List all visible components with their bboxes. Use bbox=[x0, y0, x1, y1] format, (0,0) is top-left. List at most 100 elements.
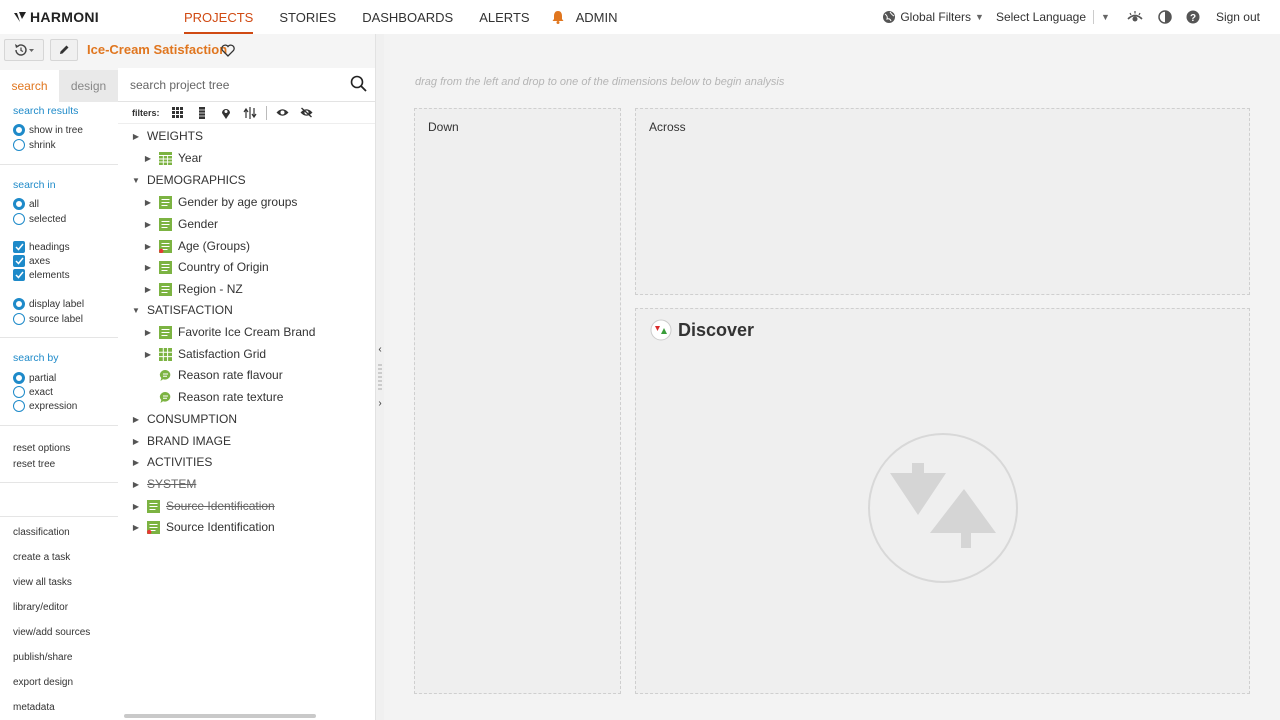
harmoni-logo[interactable]: HARMONI bbox=[13, 9, 99, 25]
tree-node[interactable]: ▶ Age (Groups) bbox=[143, 236, 250, 256]
tree-node[interactable]: ▶ Gender by age groups bbox=[143, 192, 298, 212]
horizontal-scrollbar[interactable] bbox=[118, 712, 375, 720]
link-metadata[interactable]: metadata bbox=[13, 702, 55, 713]
tree-node[interactable]: ▶ Gender bbox=[143, 214, 218, 234]
select-language-button[interactable]: Select Language ▼ bbox=[996, 10, 1110, 24]
help-icon[interactable]: ? bbox=[1186, 10, 1200, 24]
tree-node[interactable]: ▼ SATISFACTION bbox=[131, 300, 233, 320]
link-export-design[interactable]: export design bbox=[13, 677, 73, 688]
nav-alerts[interactable]: ALERTS bbox=[479, 0, 529, 34]
eye-icon[interactable] bbox=[273, 104, 293, 122]
location-filter-icon[interactable] bbox=[216, 104, 236, 122]
search-options: search results show in tree shrink searc… bbox=[0, 102, 118, 720]
collapsed-caret-icon[interactable]: ▶ bbox=[143, 153, 153, 163]
collapsed-caret-icon[interactable]: ▶ bbox=[143, 197, 153, 207]
link-publish-share[interactable]: publish/share bbox=[13, 652, 72, 663]
tree-node[interactable]: ▶ Year bbox=[143, 148, 202, 168]
sign-out-link[interactable]: Sign out bbox=[1216, 10, 1260, 24]
tree-node[interactable]: ▶ BRAND IMAGE bbox=[131, 431, 231, 451]
reset-tree-link[interactable]: reset tree bbox=[13, 459, 55, 470]
project-title[interactable]: Ice-Cream Satisfaction bbox=[87, 42, 227, 57]
tree-node[interactable]: Reason rate texture bbox=[143, 387, 283, 407]
tree-node[interactable]: ▶ SYSTEM bbox=[131, 474, 196, 494]
radio-show-in-tree[interactable]: show in tree bbox=[13, 124, 83, 136]
reset-options-link[interactable]: reset options bbox=[13, 443, 70, 454]
collapsed-caret-icon[interactable]: ▶ bbox=[143, 349, 153, 359]
list-icon bbox=[159, 260, 172, 274]
nav-admin[interactable]: ADMIN bbox=[576, 0, 618, 34]
collapsed-caret-icon[interactable]: ▶ bbox=[143, 241, 153, 251]
heart-icon[interactable] bbox=[221, 44, 235, 57]
link-classification[interactable]: classification bbox=[13, 527, 70, 538]
checkbox-axes[interactable]: axes bbox=[13, 255, 50, 267]
expanded-caret-icon[interactable]: ▼ bbox=[131, 305, 141, 315]
collapsed-caret-icon[interactable]: ▶ bbox=[143, 262, 153, 272]
tree-node[interactable]: Reason rate flavour bbox=[143, 365, 283, 385]
radio-shrink[interactable]: shrink bbox=[13, 139, 56, 151]
panel-splitter[interactable]: ‹ › bbox=[376, 34, 384, 720]
tab-search[interactable]: search bbox=[0, 70, 59, 102]
tree-node[interactable]: ▶ WEIGHTS bbox=[131, 126, 203, 146]
grid-filter-icon[interactable] bbox=[168, 104, 188, 122]
link-view-all-tasks[interactable]: view all tasks bbox=[13, 577, 72, 588]
eye-hidden-icon[interactable] bbox=[297, 104, 317, 122]
collapsed-caret-icon[interactable]: ▶ bbox=[131, 414, 141, 424]
radio-partial[interactable]: partial bbox=[13, 372, 56, 384]
column-filter-icon[interactable] bbox=[192, 104, 212, 122]
split-arrows-icon[interactable] bbox=[240, 104, 260, 122]
tree-node[interactable]: ▶ Country of Origin bbox=[143, 257, 269, 277]
link-library-editor[interactable]: library/editor bbox=[13, 602, 68, 613]
link-create-task[interactable]: create a task bbox=[13, 552, 70, 563]
collapsed-caret-icon[interactable]: ▶ bbox=[131, 501, 141, 511]
nav-projects[interactable]: PROJECTS bbox=[184, 0, 254, 34]
down-dropzone[interactable]: Down bbox=[414, 108, 621, 694]
tree-node[interactable]: ▶ Favorite Ice Cream Brand bbox=[143, 322, 315, 342]
tree-node[interactable]: ▶ ACTIVITIES bbox=[131, 452, 212, 472]
radio-exact[interactable]: exact bbox=[13, 386, 53, 398]
search-icon[interactable] bbox=[349, 74, 369, 94]
across-dropzone[interactable]: Across bbox=[635, 108, 1250, 295]
collapsed-caret-icon[interactable]: ▶ bbox=[143, 219, 153, 229]
radio-display-label[interactable]: display label bbox=[13, 298, 84, 310]
nav-dashboards[interactable]: DASHBOARDS bbox=[362, 0, 453, 34]
radio-unchecked-icon bbox=[13, 313, 25, 325]
scrollbar-thumb[interactable] bbox=[124, 714, 316, 718]
collapsed-caret-icon[interactable]: ▶ bbox=[131, 457, 141, 467]
radio-expression[interactable]: expression bbox=[13, 400, 77, 412]
radio-source-label[interactable]: source label bbox=[13, 313, 83, 325]
collapsed-caret-icon[interactable]: ▶ bbox=[131, 436, 141, 446]
tree-node-label: Reason rate texture bbox=[178, 390, 284, 404]
drag-grip-icon[interactable] bbox=[378, 364, 382, 390]
checkbox-elements[interactable]: elements bbox=[13, 269, 70, 281]
eye-view-icon[interactable] bbox=[1126, 10, 1144, 24]
expanded-caret-icon[interactable]: ▼ bbox=[131, 175, 141, 185]
collapsed-caret-icon[interactable]: ▶ bbox=[131, 522, 141, 532]
tree-node[interactable]: ▶ CONSUMPTION bbox=[131, 409, 237, 429]
contrast-icon[interactable] bbox=[1158, 10, 1172, 24]
collapse-left-icon[interactable]: ‹ bbox=[376, 342, 384, 356]
global-filters-button[interactable]: Global Filters ▼ bbox=[882, 10, 984, 24]
link-view-add-sources[interactable]: view/add sources bbox=[13, 627, 90, 638]
search-input[interactable] bbox=[130, 75, 340, 95]
tree-node[interactable]: ▶ Source Identification bbox=[131, 496, 275, 516]
collapsed-caret-icon[interactable]: ▶ bbox=[143, 327, 153, 337]
tab-design[interactable]: design bbox=[59, 70, 118, 102]
project-tree-panel: filters: ▶ WEIGHTS ▶ Year ▼ DEMOGRAPHICS ▶ Gend… bbox=[118, 68, 375, 720]
radio-all[interactable]: all bbox=[13, 198, 39, 210]
list-icon bbox=[159, 325, 172, 339]
tree-node[interactable]: ▶ Region - NZ bbox=[143, 279, 243, 299]
checkbox-headings[interactable]: headings bbox=[13, 241, 70, 253]
collapsed-caret-icon[interactable]: ▶ bbox=[143, 284, 153, 294]
divider bbox=[0, 425, 118, 426]
history-button[interactable] bbox=[4, 39, 44, 61]
edit-button[interactable] bbox=[50, 39, 78, 61]
collapsed-caret-icon[interactable]: ▶ bbox=[131, 131, 141, 141]
radio-selected[interactable]: selected bbox=[13, 213, 66, 225]
nav-stories[interactable]: STORIES bbox=[279, 0, 336, 34]
collapsed-caret-icon[interactable]: ▶ bbox=[131, 479, 141, 489]
expand-right-icon[interactable]: › bbox=[376, 396, 384, 410]
bell-icon[interactable] bbox=[552, 10, 564, 24]
tree-node[interactable]: ▶ Satisfaction Grid bbox=[143, 344, 266, 364]
tree-node[interactable]: ▼ DEMOGRAPHICS bbox=[131, 170, 246, 190]
tree-node[interactable]: ▶ Source Identification bbox=[131, 517, 275, 537]
